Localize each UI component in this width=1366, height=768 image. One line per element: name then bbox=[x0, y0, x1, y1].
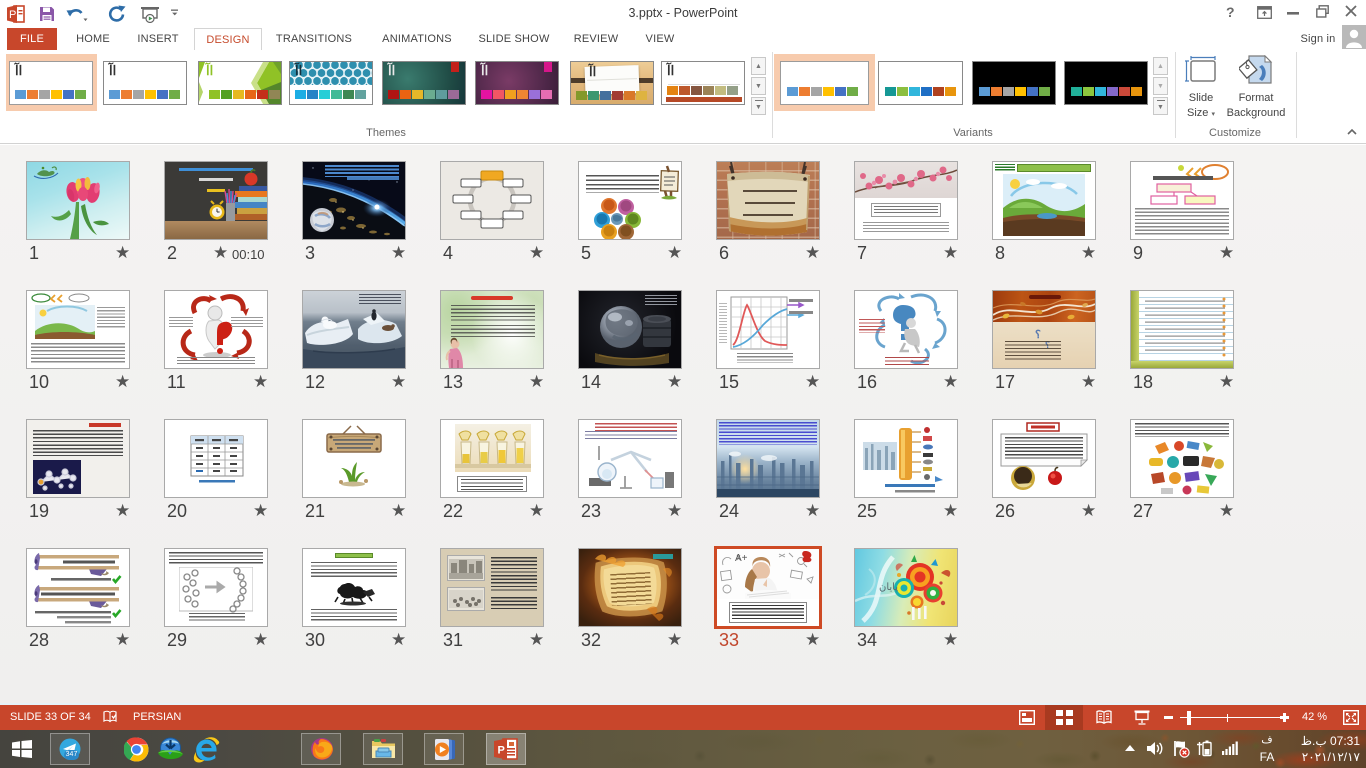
svg-text:A+: A+ bbox=[735, 553, 748, 564]
svg-text:P: P bbox=[498, 745, 505, 757]
svg-text:؟: ؟ bbox=[1035, 329, 1041, 341]
svg-text:پایان: پایان bbox=[879, 582, 898, 593]
